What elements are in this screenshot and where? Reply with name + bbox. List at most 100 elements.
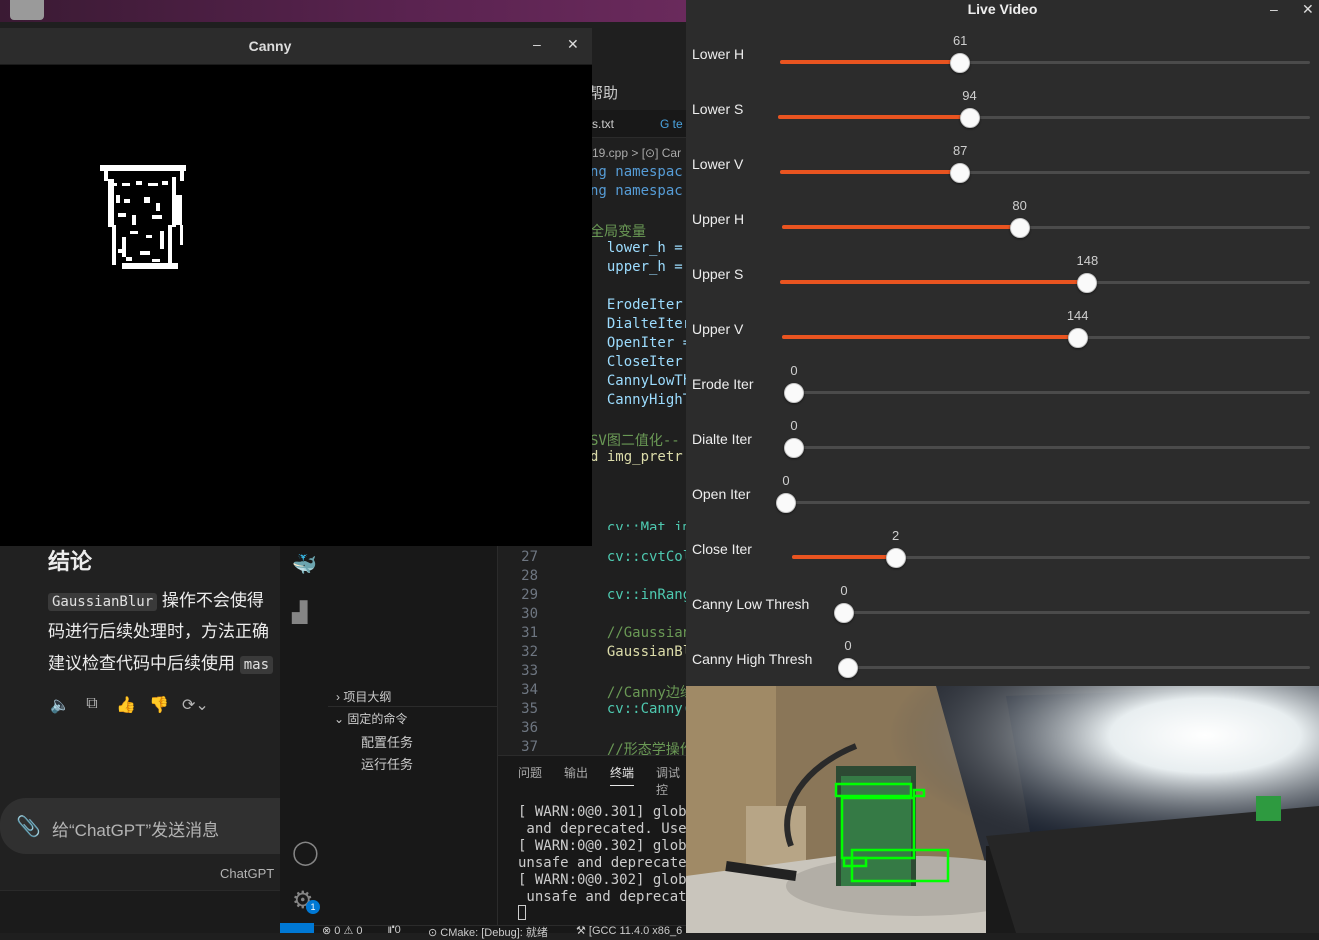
cmake-sidebar (328, 530, 498, 925)
tab-output[interactable]: 输出 (564, 764, 588, 781)
desktop-app-tab[interactable] (10, 0, 44, 20)
slider-track[interactable] (844, 611, 1310, 614)
slider-thumb[interactable] (776, 493, 796, 513)
docker-icon[interactable]: 🐳 (292, 552, 317, 577)
slider-value: 148 (1076, 253, 1099, 268)
code-line: ng namespac (590, 164, 683, 180)
outline-label: 项目大纲 (343, 690, 392, 704)
tab-cpp-file[interactable]: G te (660, 117, 683, 131)
terminal-line: [ WARN:0@0.301] globa (518, 804, 696, 820)
line-number: 29 (521, 587, 538, 603)
slider-thumb[interactable] (784, 383, 804, 403)
regenerate-icon[interactable]: ⟳⌄ (182, 695, 209, 715)
slider-thumb[interactable] (950, 163, 971, 183)
code-line: DialteIter (590, 316, 692, 332)
code-line: ErodeIter (590, 297, 683, 313)
message-actions: 🔈 ⧉ 👍 👎 ⟳⌄ (50, 695, 209, 715)
configure-task-item[interactable]: 配置任务 (361, 732, 413, 751)
minimize-button[interactable]: – (1270, 1, 1278, 17)
slider-thumb[interactable] (1077, 273, 1098, 293)
slider-label: Lower V (692, 156, 744, 172)
remote-indicator[interactable] (280, 923, 314, 933)
code-line: upper_h = (590, 259, 683, 275)
slider-label: Upper H (692, 211, 745, 227)
code-line: 全局变量 (590, 224, 646, 240)
tab-cmakelists[interactable]: s.txt (592, 117, 614, 131)
status-kit[interactable]: ⚒ [GCC 11.4.0 x86_6 (576, 924, 682, 937)
slider-label: Lower H (692, 46, 745, 62)
live-video-title: Live Video (967, 1, 1038, 17)
line-number: 37 (521, 739, 538, 755)
chatgpt-footer: ChatGPT (220, 866, 281, 881)
live-video-window: Live Video – ✕ Lower H 61 Lower S 94 Lower V… (686, 0, 1319, 933)
slider-value: 0 (844, 638, 852, 653)
pinned-label: 固定的命令 (347, 712, 408, 726)
status-cmake[interactable]: ⊙ CMake: [Debug]: 就绪 (428, 924, 548, 940)
copy-icon[interactable]: ⧉ (83, 695, 101, 715)
slider-value: 87 (952, 143, 968, 158)
breadcrumb[interactable]: 19.cpp > [⊙] Car (592, 146, 681, 160)
canny-edge-image (100, 165, 186, 269)
line-number: 32 (521, 644, 538, 660)
close-button[interactable]: ✕ (567, 36, 579, 53)
tab-problems[interactable]: 问题 (518, 764, 542, 781)
camera-feed (686, 686, 1319, 933)
terminal-line: [ WARN:0@0.302] globa (518, 872, 696, 888)
chevron-right-icon: › (336, 690, 340, 704)
status-problems[interactable]: ⊗ 0 ⚠ 0 (322, 924, 362, 937)
status-ports[interactable]: ⑈0 (388, 924, 401, 936)
canny-window: Canny – ✕ (0, 28, 592, 546)
chatgpt-window: 结论 GaussianBlur 操作不会使得 码进行后续处理时，方法正确 建议检… (0, 540, 282, 933)
slider-track[interactable] (794, 446, 1310, 449)
thumbs-down-icon[interactable]: 👎 (149, 695, 169, 715)
menu-help[interactable]: 帮助 (588, 82, 618, 103)
run-task-item[interactable]: 运行任务 (361, 754, 413, 773)
slider-track[interactable] (794, 391, 1310, 394)
slider-label: Canny High Thresh (692, 651, 813, 667)
code-line: CloseIter (590, 354, 683, 370)
code-line: SV图二值化-- (590, 433, 680, 449)
slider-track[interactable] (786, 501, 1310, 504)
chevron-down-icon: ⌄ (334, 712, 345, 726)
slider-thumb[interactable] (1009, 218, 1030, 238)
attach-icon[interactable]: 📎 (16, 814, 41, 839)
slider-value: 94 (962, 88, 977, 103)
slider-thumb[interactable] (784, 438, 804, 458)
slider-label: Lower S (692, 101, 744, 117)
code-line: lower_h = (590, 240, 683, 256)
slider-track[interactable] (848, 666, 1310, 669)
thumbs-up-icon[interactable]: 👍 (116, 695, 136, 715)
line-number: 36 (521, 720, 538, 736)
answer-line-2: 码进行后续处理时，方法正确 (48, 622, 269, 641)
slider-thumb[interactable] (838, 658, 858, 678)
answer-text: 操作不会使得 (161, 591, 264, 610)
tab-debug-console[interactable]: 调试控 (656, 764, 690, 798)
code-line: cv::cvtCol (590, 549, 692, 565)
line-number: 31 (521, 625, 538, 641)
code-line: d img_pretr (590, 449, 683, 465)
remote-explorer-icon[interactable]: ▟ (292, 600, 307, 625)
pinned-commands-section[interactable]: ⌄ 固定的命令 (334, 710, 407, 727)
code-line: cv::Canny( (590, 701, 692, 717)
slider-fill (778, 115, 970, 119)
line-number: 28 (521, 568, 538, 584)
slider-thumb[interactable] (959, 108, 980, 128)
slider-thumb[interactable] (950, 53, 971, 73)
terminal-cursor (518, 905, 526, 920)
line-number: 27 (521, 549, 538, 565)
minimize-button[interactable]: – (533, 36, 541, 52)
slider-label: Upper V (692, 321, 744, 337)
slider-thumb[interactable] (834, 603, 854, 623)
slider-value: 0 (790, 363, 798, 378)
close-button[interactable]: ✕ (1302, 1, 1314, 18)
outline-section[interactable]: › 项目大纲 (336, 688, 391, 705)
account-icon[interactable]: ◯ (292, 838, 319, 867)
answer-line-3: 建议检查代码中后续使用 mas (48, 649, 274, 674)
slider-value: 0 (790, 418, 798, 433)
code-line: ng namespac (590, 183, 683, 199)
read-aloud-icon[interactable]: 🔈 (50, 695, 70, 715)
slider-thumb[interactable] (1067, 328, 1088, 348)
tab-terminal[interactable]: 终端 (610, 764, 635, 786)
slider-thumb[interactable] (885, 548, 906, 568)
inline-code: mas (239, 656, 274, 674)
